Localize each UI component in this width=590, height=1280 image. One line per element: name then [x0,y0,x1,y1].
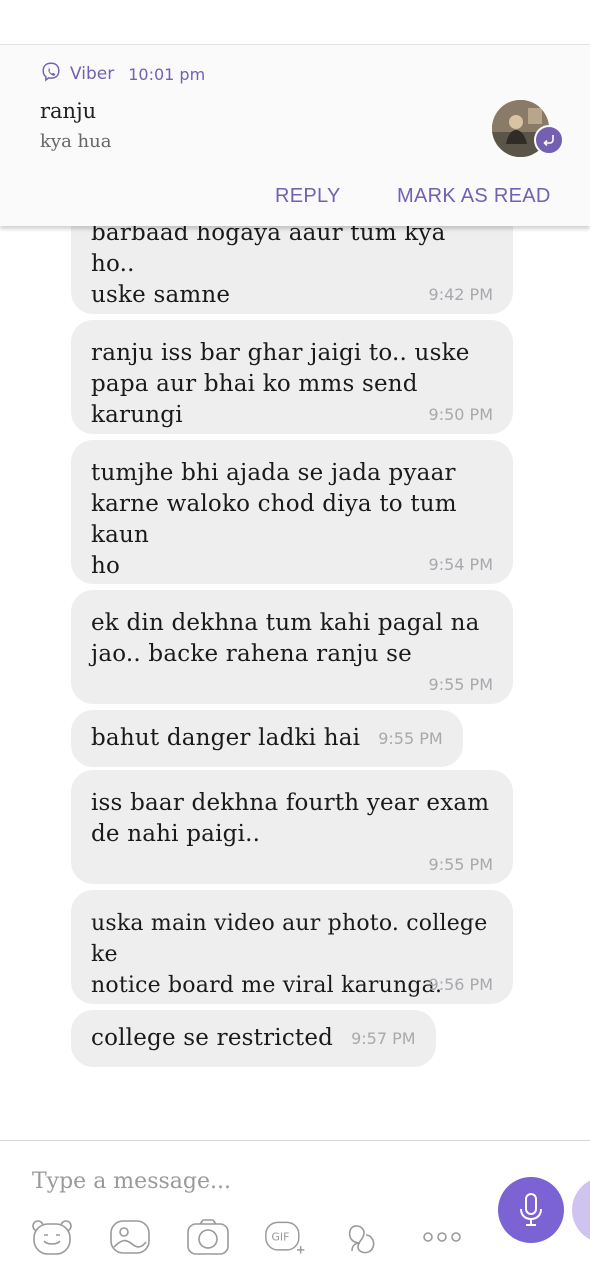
message-bubble[interactable]: ek din dekhna tum kahi pagal na jao.. ba… [71,590,513,704]
message-input[interactable] [32,1163,472,1199]
sender-name: ranju [40,99,97,123]
reply-badge-icon [534,125,564,155]
message-preview: kya hua [40,131,112,152]
more-icon[interactable] [420,1215,464,1259]
doodle-icon[interactable] [342,1215,386,1259]
message-composer: GIF [0,1140,590,1280]
mark-as-read-button[interactable]: MARK AS READ [397,185,551,208]
message-text: college se restricted [91,1025,334,1051]
reply-button[interactable]: REPLY [275,185,341,208]
message-time: 9:42 PM [428,285,493,304]
send-button[interactable] [572,1177,590,1243]
message-text: ek din dekhna tum kahi pagal na jao.. ba… [91,610,480,667]
message-text: bahut danger ladki hai [91,725,361,751]
gif-label: GIF [271,1231,289,1244]
message-bubble[interactable]: ranju iss bar ghar jaigi to.. uske papa … [71,320,513,434]
message-bubble[interactable]: college se restricted 9:57 PM [71,1010,436,1067]
message-text: iss baar dekhna fourth year exam de nahi… [91,790,490,847]
message-time: 9:50 PM [428,405,493,424]
sticker-icon[interactable] [30,1215,74,1259]
message-bubble[interactable]: uska main video aur photo. college ke no… [71,890,513,1004]
gallery-icon[interactable] [108,1215,152,1259]
message-time: 9:57 PM [351,1029,416,1048]
message-bubble[interactable]: iss baar dekhna fourth year exam de nahi… [71,770,513,884]
notification-time: 10:01 pm [128,64,206,84]
viber-chat-screen: barbaad hogaya aaur tum kya ho.. uske sa… [0,0,590,1280]
app-name: Viber [70,64,115,84]
microphone-icon[interactable] [498,1177,564,1243]
message-time: 9:55 PM [428,675,493,694]
message-bubble[interactable]: bahut danger ladki hai 9:55 PM [71,710,463,767]
message-time: 9:55 PM [378,729,443,748]
message-time: 9:54 PM [428,555,493,574]
message-bubble[interactable]: tumjhe bhi ajada se jada pyaar karne wal… [71,440,513,584]
gif-icon[interactable]: GIF [264,1215,308,1259]
message-notification[interactable]: Viber 10:01 pm ranju kya hua REPLY MARK … [0,44,590,226]
message-time: 9:55 PM [428,855,493,874]
notification-header: Viber 10:01 pm [40,61,205,87]
camera-icon[interactable] [186,1215,230,1259]
message-time: 9:56 PM [428,975,493,994]
viber-icon [40,61,62,87]
